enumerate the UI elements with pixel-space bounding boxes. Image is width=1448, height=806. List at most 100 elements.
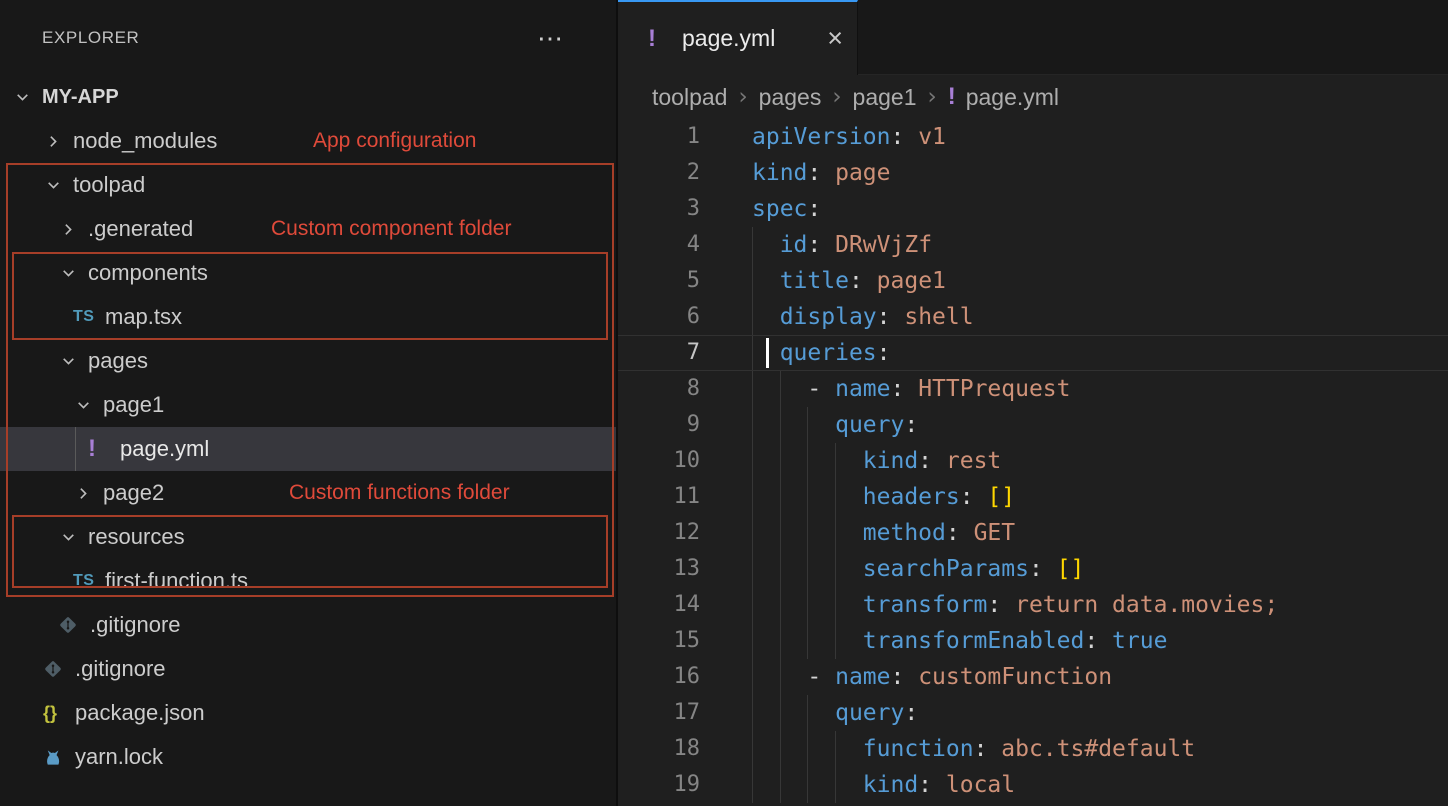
- code-line-content[interactable]: function: abc.ts#default: [700, 731, 1448, 767]
- token: [752, 412, 835, 438]
- token: v1: [918, 124, 946, 150]
- line-number[interactable]: 3: [618, 191, 700, 227]
- line-number[interactable]: 15: [618, 623, 700, 659]
- tree-item-map-tsx[interactable]: TSmap.tsx: [0, 295, 616, 339]
- token: :: [890, 664, 918, 690]
- more-actions-icon[interactable]: ⋯: [537, 25, 564, 51]
- chevron-down-icon[interactable]: [75, 397, 103, 414]
- tree-item-page1[interactable]: page1: [0, 383, 616, 427]
- token: :: [1029, 556, 1057, 582]
- code-line-12[interactable]: 12 method: GET: [618, 515, 1448, 551]
- token: title: [780, 268, 849, 294]
- code-line-13[interactable]: 13 searchParams: []: [618, 551, 1448, 587]
- chevron-right-icon[interactable]: [45, 133, 73, 150]
- tree-item-label: .gitignore: [90, 612, 181, 638]
- code-line-content[interactable]: title: page1: [700, 263, 1448, 299]
- code-line-1[interactable]: 1apiVersion: v1: [618, 119, 1448, 155]
- tree-item-generated[interactable]: .generatedCustom component folder: [0, 207, 616, 251]
- token: [752, 304, 780, 330]
- breadcrumb-item-page1[interactable]: page1: [853, 84, 917, 111]
- line-number[interactable]: 7: [618, 336, 700, 370]
- line-number[interactable]: 9: [618, 407, 700, 443]
- code-line-content[interactable]: query:: [700, 695, 1448, 731]
- tree-item-label: pages: [88, 348, 148, 374]
- line-number[interactable]: 17: [618, 695, 700, 731]
- code-line-content[interactable]: kind: rest: [700, 443, 1448, 479]
- code-line-6[interactable]: 6 display: shell: [618, 299, 1448, 335]
- tree-item-first-function-ts[interactable]: TSfirst-function.ts: [0, 559, 616, 603]
- chevron-down-icon[interactable]: [45, 177, 73, 194]
- chevron-down-icon[interactable]: [60, 265, 88, 282]
- line-number[interactable]: 12: [618, 515, 700, 551]
- tree-item-toolpad[interactable]: toolpad: [0, 163, 616, 207]
- line-number[interactable]: 2: [618, 155, 700, 191]
- code-line-content[interactable]: transformEnabled: true: [700, 623, 1448, 659]
- code-line-5[interactable]: 5 title: page1: [618, 263, 1448, 299]
- code-line-3[interactable]: 3spec:: [618, 191, 1448, 227]
- tab-page-yml[interactable]: ! page.yml ×: [618, 0, 858, 75]
- code-line-16[interactable]: 16 - name: customFunction: [618, 659, 1448, 695]
- code-line-10[interactable]: 10 kind: rest: [618, 443, 1448, 479]
- line-number[interactable]: 14: [618, 587, 700, 623]
- tree-item-page-yml[interactable]: !page.yml: [0, 427, 616, 471]
- code-line-7[interactable]: 7 queries:: [618, 335, 1448, 371]
- tree-item-gitignore[interactable]: .gitignore: [0, 603, 616, 647]
- code-line-19[interactable]: 19 kind: local: [618, 767, 1448, 803]
- code-line-11[interactable]: 11 headers: []: [618, 479, 1448, 515]
- line-number[interactable]: 5: [618, 263, 700, 299]
- chevron-down-icon[interactable]: [14, 89, 42, 106]
- token: method: [863, 520, 946, 546]
- line-number[interactable]: 8: [618, 371, 700, 407]
- code-line-content[interactable]: kind: page: [700, 155, 1448, 191]
- tree-item-node-modules[interactable]: node_modulesApp configuration: [0, 119, 616, 163]
- vscode-window: EXPLORER ⋯ MY-APPnode_modulesApp configu…: [0, 0, 1448, 806]
- line-number[interactable]: 6: [618, 299, 700, 335]
- code-line-17[interactable]: 17 query:: [618, 695, 1448, 731]
- code-line-content[interactable]: transform: return data.movies;: [700, 587, 1448, 623]
- tree-item-my-app[interactable]: MY-APP: [0, 75, 616, 119]
- code-line-2[interactable]: 2kind: page: [618, 155, 1448, 191]
- code-line-content[interactable]: - name: HTTPrequest: [700, 371, 1448, 407]
- chevron-right-icon[interactable]: [75, 485, 103, 502]
- code-line-content[interactable]: apiVersion: v1: [700, 119, 1448, 155]
- tree-item-yarn-lock[interactable]: yarn.lock: [0, 735, 616, 779]
- line-number[interactable]: 1: [618, 119, 700, 155]
- line-number[interactable]: 4: [618, 227, 700, 263]
- breadcrumb-item-pages[interactable]: pages: [759, 84, 822, 111]
- line-number[interactable]: 11: [618, 479, 700, 515]
- code-line-content[interactable]: - name: customFunction: [700, 659, 1448, 695]
- tree-item-resources[interactable]: resources: [0, 515, 616, 559]
- tree-item-page2[interactable]: page2Custom functions folder: [0, 471, 616, 515]
- line-number[interactable]: 16: [618, 659, 700, 695]
- chevron-right-icon[interactable]: [60, 221, 88, 238]
- chevron-down-icon[interactable]: [60, 529, 88, 546]
- code-line-4[interactable]: 4 id: DRwVjZf: [618, 227, 1448, 263]
- code-line-content[interactable]: kind: local: [700, 767, 1448, 803]
- code-line-content[interactable]: query:: [700, 407, 1448, 443]
- line-number[interactable]: 13: [618, 551, 700, 587]
- breadcrumb-item-page-yml[interactable]: !page.yml: [948, 83, 1059, 111]
- line-number[interactable]: 19: [618, 767, 700, 803]
- line-number[interactable]: 10: [618, 443, 700, 479]
- code-line-content[interactable]: headers: []: [700, 479, 1448, 515]
- code-editor[interactable]: 1apiVersion: v12kind: page3spec:4 id: DR…: [618, 119, 1448, 806]
- code-line-content[interactable]: display: shell: [700, 299, 1448, 335]
- code-line-15[interactable]: 15 transformEnabled: true: [618, 623, 1448, 659]
- line-number[interactable]: 18: [618, 731, 700, 767]
- code-line-content[interactable]: queries:: [700, 336, 1448, 370]
- code-line-content[interactable]: spec:: [700, 191, 1448, 227]
- close-icon[interactable]: ×: [827, 25, 843, 52]
- code-line-9[interactable]: 9 query:: [618, 407, 1448, 443]
- tree-item-components[interactable]: components: [0, 251, 616, 295]
- code-line-14[interactable]: 14 transform: return data.movies;: [618, 587, 1448, 623]
- code-line-8[interactable]: 8 - name: HTTPrequest: [618, 371, 1448, 407]
- tree-item-pages[interactable]: pages: [0, 339, 616, 383]
- breadcrumb-item-toolpad[interactable]: toolpad: [652, 84, 727, 111]
- code-line-content[interactable]: method: GET: [700, 515, 1448, 551]
- tree-item-gitignore[interactable]: .gitignore: [0, 647, 616, 691]
- code-line-content[interactable]: id: DRwVjZf: [700, 227, 1448, 263]
- chevron-down-icon[interactable]: [60, 353, 88, 370]
- tree-item-package-json[interactable]: {}package.json: [0, 691, 616, 735]
- code-line-18[interactable]: 18 function: abc.ts#default: [618, 731, 1448, 767]
- code-line-content[interactable]: searchParams: []: [700, 551, 1448, 587]
